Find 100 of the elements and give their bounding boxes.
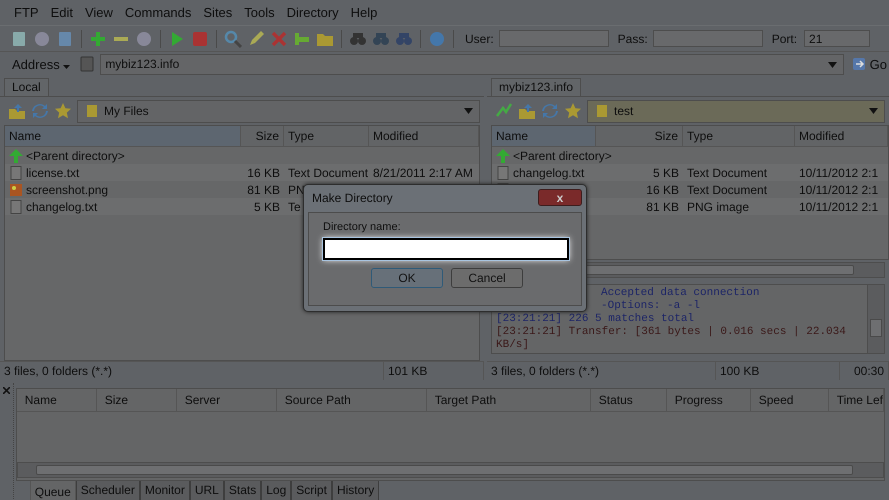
port-field[interactable]: 21 bbox=[804, 30, 870, 47]
stop-icon[interactable] bbox=[191, 30, 209, 48]
column-header[interactable]: Progress bbox=[666, 389, 751, 411]
file-name[interactable]: license.txt bbox=[26, 166, 80, 180]
horizontal-scrollbar[interactable] bbox=[16, 462, 884, 478]
caret-icon bbox=[464, 108, 473, 114]
menu-item[interactable]: Sites bbox=[203, 5, 232, 20]
queue-tab[interactable]: Log bbox=[261, 481, 292, 500]
field-label: User: bbox=[465, 32, 494, 46]
status-text: 101 KB bbox=[384, 362, 484, 380]
queue-tab[interactable]: Monitor bbox=[140, 481, 190, 500]
column-header[interactable]: Name bbox=[492, 126, 596, 146]
dialog-button[interactable]: OK bbox=[371, 268, 443, 288]
column-header[interactable]: Size bbox=[596, 126, 683, 146]
column-header[interactable]: Source Path bbox=[276, 389, 427, 411]
file-name[interactable]: changelog.txt bbox=[26, 200, 98, 214]
menu-item[interactable]: View bbox=[84, 5, 113, 20]
queue-tab[interactable]: Scheduler bbox=[76, 481, 140, 500]
log-line: [23:21:21] 226 5 matches total bbox=[496, 313, 696, 326]
file-name[interactable]: screenshot.png bbox=[26, 182, 108, 196]
folder-icon bbox=[596, 104, 608, 118]
column-header[interactable]: Time Lef bbox=[828, 389, 884, 411]
go-arrow-icon bbox=[852, 57, 866, 71]
column-header[interactable]: Type bbox=[683, 126, 795, 146]
menu-item[interactable]: FTP bbox=[14, 5, 39, 20]
up-arrow-icon bbox=[9, 148, 23, 162]
file-size: 5 KB bbox=[652, 166, 679, 180]
menu-item[interactable]: Help bbox=[350, 5, 378, 20]
star-icon[interactable] bbox=[54, 102, 72, 120]
dialog-button[interactable]: Cancel bbox=[451, 268, 523, 288]
file-name[interactable]: changelog.txt bbox=[513, 166, 584, 180]
address-dropdown[interactable]: Address bbox=[8, 56, 74, 72]
file-type: Text Document bbox=[288, 166, 368, 180]
file-size: 5 KB bbox=[254, 200, 280, 214]
menu-item[interactable]: Commands bbox=[124, 5, 192, 20]
caret-icon bbox=[63, 64, 70, 68]
plus-icon[interactable] bbox=[89, 30, 107, 48]
path-dropdown[interactable]: My Files bbox=[77, 100, 480, 122]
file-type: Te bbox=[288, 200, 301, 214]
queue-tab[interactable]: Queue bbox=[30, 481, 76, 500]
caret-icon bbox=[869, 108, 878, 114]
log-line: [23:21:21] Transfer: [361 bytes | 0.016 secs | 22.034 KB/s] bbox=[496, 326, 847, 352]
menu-item[interactable]: Edit bbox=[50, 5, 73, 20]
pane-tab[interactable]: mybiz123.info bbox=[491, 78, 582, 96]
column-header[interactable]: Status bbox=[590, 389, 667, 411]
queue-tab[interactable]: Stats bbox=[224, 481, 262, 500]
status-text: 00:30 bbox=[840, 362, 889, 380]
field-label: Directory name: bbox=[323, 221, 402, 233]
close-button[interactable]: x bbox=[538, 189, 582, 206]
queue-tab[interactable]: History bbox=[332, 481, 380, 500]
column-header[interactable]: Modified bbox=[795, 126, 888, 146]
folder-up-icon[interactable] bbox=[8, 102, 26, 120]
refresh-icon[interactable] bbox=[31, 102, 49, 120]
column-header[interactable]: Target Path bbox=[426, 389, 591, 411]
dialog-title: Make Directory bbox=[312, 190, 393, 204]
close-icon[interactable] bbox=[2, 387, 10, 394]
queue-tab[interactable]: URL bbox=[190, 481, 224, 500]
magnifier-icon[interactable] bbox=[224, 30, 242, 48]
path-dropdown[interactable]: test bbox=[587, 100, 885, 122]
column-header[interactable]: Size bbox=[241, 126, 284, 146]
caret-icon bbox=[828, 62, 837, 68]
pane-tab[interactable]: Local bbox=[4, 78, 49, 96]
column-header[interactable]: Name bbox=[16, 389, 97, 411]
field-label: Pass: bbox=[618, 32, 648, 46]
column-header[interactable]: Modified bbox=[369, 126, 479, 146]
file-size: 16 KB bbox=[247, 166, 280, 180]
column-header[interactable]: Type bbox=[284, 126, 369, 146]
queue-tab[interactable]: Script bbox=[291, 481, 332, 500]
file-size: 81 KB bbox=[247, 182, 280, 196]
star-icon[interactable] bbox=[564, 102, 582, 120]
column-header[interactable]: Server bbox=[176, 389, 277, 411]
column-header[interactable]: Name bbox=[5, 126, 241, 146]
file-type: PNG image bbox=[687, 200, 750, 214]
status-text: 3 files, 0 folders (*.*) bbox=[487, 362, 716, 380]
status-text: 100 KB bbox=[716, 362, 840, 380]
directory-name-field[interactable] bbox=[323, 238, 569, 260]
file-modified: 10/11/2012 2:1 bbox=[799, 166, 878, 180]
go-button[interactable]: Go bbox=[850, 56, 889, 72]
folder-icon bbox=[86, 104, 98, 118]
column-header[interactable]: Speed bbox=[750, 389, 829, 411]
password-field[interactable] bbox=[652, 30, 763, 47]
file-size: 81 KB bbox=[646, 200, 679, 214]
menu-item[interactable]: Tools bbox=[244, 5, 275, 20]
folder-up-icon[interactable] bbox=[518, 102, 536, 120]
image-file-icon bbox=[9, 182, 23, 196]
user-field[interactable] bbox=[498, 30, 609, 47]
vertical-scrollbar[interactable] bbox=[867, 285, 884, 353]
menu-item[interactable]: Directory bbox=[286, 5, 339, 20]
file-modified: 10/11/2012 2:1 bbox=[799, 200, 878, 214]
file-size: 16 KB bbox=[646, 182, 679, 196]
file-name[interactable]: <Parent directory> bbox=[26, 148, 125, 162]
pencil-icon[interactable] bbox=[247, 30, 265, 48]
file-name[interactable]: <Parent directory> bbox=[513, 148, 612, 162]
column-header[interactable]: Size bbox=[96, 389, 177, 411]
address-field[interactable]: mybiz123.info bbox=[100, 54, 844, 74]
file-modified: 10/11/2012 2:1 bbox=[799, 182, 878, 196]
file-type: Text Document bbox=[687, 166, 768, 180]
refresh-icon[interactable] bbox=[541, 102, 559, 120]
log-line: -Options: -a -l bbox=[600, 300, 702, 313]
up-arrow-icon bbox=[496, 148, 510, 162]
